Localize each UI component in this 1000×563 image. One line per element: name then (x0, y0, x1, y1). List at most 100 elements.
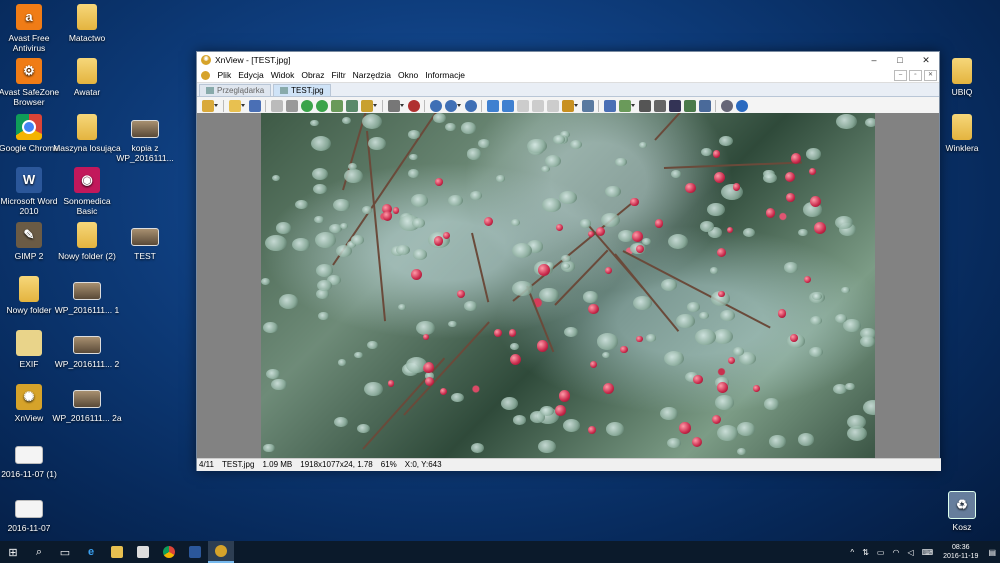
start-button[interactable]: ⊞ (0, 541, 26, 563)
zoom-out-icon[interactable] (464, 99, 477, 112)
clock[interactable]: 08:36 2016-11-19 (943, 543, 978, 561)
desktop-icon-wp-1[interactable]: WP_2016111... 1 (52, 276, 122, 315)
taskbar-edge[interactable]: e (78, 541, 104, 563)
open-folder-icon[interactable] (228, 99, 241, 112)
previous-page-icon[interactable] (531, 99, 544, 112)
image-tab-icon (280, 87, 289, 94)
photo-leaf (411, 194, 428, 207)
chevron-down-icon[interactable] (400, 100, 405, 112)
browser-view-icon[interactable] (201, 99, 214, 112)
print-preview-icon[interactable] (270, 99, 283, 112)
filter-icon[interactable] (360, 99, 373, 112)
menu-informacje[interactable]: Informacje (422, 70, 469, 80)
menu-plik[interactable]: Plik (214, 70, 235, 80)
desktop-icon-kosz[interactable]: ♻ Kosz (927, 491, 997, 532)
monitor-icon[interactable] (668, 99, 681, 112)
tab-przegladarka[interactable]: Przeglądarka (199, 84, 272, 96)
image-file-icon (131, 228, 159, 246)
previous-icon[interactable] (486, 99, 499, 112)
desktop-icon-wp-2[interactable]: WP_2016111... 2 (52, 330, 122, 369)
notifications-icon[interactable]: ▤ (988, 548, 996, 557)
photo-leaf (362, 206, 373, 214)
menu-edycja[interactable]: Edycja (235, 70, 268, 80)
desktop-icon-matactwo[interactable]: Matactwo (52, 4, 122, 43)
adjust-icon[interactable] (387, 99, 400, 112)
copy-icon[interactable] (581, 99, 594, 112)
crop-icon[interactable] (345, 99, 358, 112)
menu-widok[interactable]: Widok (267, 70, 298, 80)
task-view-button[interactable]: ▭ (52, 541, 78, 563)
maximize-button[interactable]: □ (887, 55, 913, 65)
xnview-menu-icon[interactable] (201, 70, 210, 80)
wallpaper-icon[interactable] (683, 99, 696, 112)
rotate-right-icon[interactable] (315, 99, 328, 112)
photo-leaf (763, 398, 780, 410)
window-titlebar[interactable]: ✺ XnView - [TEST.jpg] – □ ✕ (197, 52, 939, 68)
network-status-icon[interactable]: ⇅ (862, 548, 869, 557)
first-page-icon[interactable] (516, 99, 529, 112)
menu-obraz[interactable]: Obraz (298, 70, 328, 80)
scanner-icon[interactable] (285, 99, 298, 112)
photo-leaf (310, 120, 319, 127)
next-page-icon[interactable] (546, 99, 559, 112)
photo-leaf (583, 291, 599, 303)
binoculars-icon[interactable] (638, 99, 651, 112)
desktop-icon-2016-11-07-1[interactable]: 2016-11-07 (1) (0, 440, 64, 479)
desktop-icon-sonomedica[interactable]: ◉ Sonomedica Basic (52, 167, 122, 216)
desktop-icon-test[interactable]: TEST (110, 222, 180, 261)
taskbar-xnview[interactable] (208, 541, 234, 563)
rotate-left-icon[interactable] (300, 99, 313, 112)
next-icon[interactable] (501, 99, 514, 112)
keyboard-icon[interactable]: ⌨ (922, 548, 934, 557)
desktop-icon-awatar[interactable]: Awatar (52, 58, 122, 97)
chevron-down-icon[interactable] (373, 100, 378, 112)
info-icon[interactable] (735, 99, 748, 112)
photo-berry (712, 150, 721, 158)
chevron-down-icon[interactable] (241, 100, 246, 112)
save-icon[interactable] (248, 99, 261, 112)
chevron-down-icon[interactable] (574, 100, 579, 112)
gear-icon[interactable] (720, 99, 733, 112)
zoom-icon[interactable] (444, 99, 457, 112)
mdi-close-button[interactable]: ✕ (924, 69, 937, 81)
minimize-button[interactable]: – (861, 55, 887, 65)
close-button[interactable]: ✕ (913, 55, 939, 66)
desktop-icon-wp-2a[interactable]: WP_2016111... 2a (52, 384, 122, 423)
taskbar-chrome[interactable] (156, 541, 182, 563)
photo-berry (555, 405, 566, 416)
chevron-down-icon[interactable] (457, 100, 462, 112)
chevron-down-icon[interactable] (631, 100, 636, 112)
print-icon[interactable] (653, 99, 666, 112)
photo-leaf (263, 322, 278, 334)
resize-icon[interactable] (330, 99, 343, 112)
taskbar-store[interactable] (130, 541, 156, 563)
tray-chevron-icon[interactable]: ^ (850, 548, 854, 557)
image-viewer[interactable] (197, 113, 939, 458)
chevron-down-icon[interactable] (214, 100, 219, 112)
photo-leaf (447, 195, 463, 207)
volume-icon[interactable]: ◁ (907, 548, 913, 557)
desktop-icon-kopia[interactable]: kopia z WP_2016111... (110, 114, 180, 163)
tab-test-jpg[interactable]: TEST.jpg (273, 84, 331, 96)
search-button[interactable]: ⌕ (26, 541, 52, 563)
battery-icon[interactable]: ▭ (877, 548, 885, 557)
fullscreen-icon[interactable] (603, 99, 616, 112)
capture-icon[interactable] (618, 99, 631, 112)
menu-okno[interactable]: Okno (394, 70, 421, 80)
desktop-icon-2016-11-07[interactable]: 2016-11-07 (0, 494, 64, 533)
red-eye-icon[interactable] (407, 99, 420, 112)
menu-narzedzia[interactable]: Narzędzia (349, 70, 394, 80)
screen-icon[interactable] (698, 99, 711, 112)
mdi-restore-button[interactable]: ▫ (909, 69, 922, 81)
zoom-in-icon[interactable] (429, 99, 442, 112)
photo-leaf (660, 406, 679, 421)
photo-leaf (333, 198, 350, 212)
taskbar-word[interactable] (182, 541, 208, 563)
wifi-icon[interactable]: ◠ (892, 548, 899, 557)
menu-filtr[interactable]: Filtr (328, 70, 349, 80)
recycle-bin-icon: ♻ (948, 491, 976, 519)
taskbar-explorer[interactable] (104, 541, 130, 563)
xnview-window[interactable]: ✺ XnView - [TEST.jpg] – □ ✕ Plik Edycja … (196, 51, 941, 471)
mdi-minimize-button[interactable]: – (894, 69, 907, 81)
slideshow-icon[interactable] (561, 99, 574, 112)
